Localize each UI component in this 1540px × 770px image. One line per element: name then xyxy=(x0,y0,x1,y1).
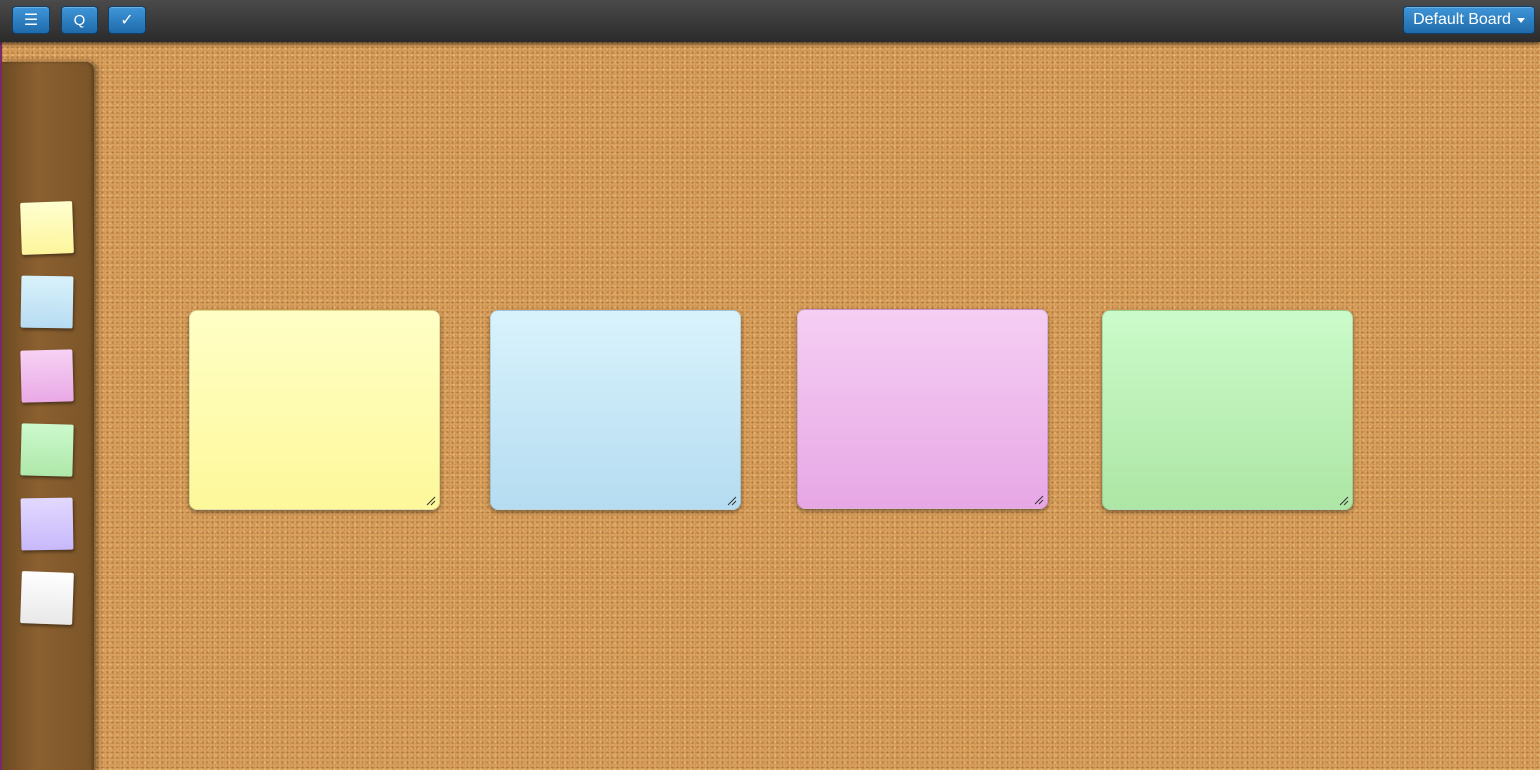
swatch-purple[interactable] xyxy=(20,497,74,551)
note-text[interactable] xyxy=(200,321,429,489)
resize-handle-icon[interactable] xyxy=(727,496,737,506)
swatch-blue[interactable] xyxy=(20,275,74,329)
swatch-green[interactable] xyxy=(20,423,74,477)
resize-handle-icon[interactable] xyxy=(1339,496,1349,506)
note-text[interactable] xyxy=(501,321,730,489)
refresh-icon: Q xyxy=(73,11,86,29)
sticky-note-blue[interactable] xyxy=(490,310,741,510)
caret-down-icon xyxy=(1516,17,1525,23)
checkmark-icon: ✓ xyxy=(120,12,134,29)
swatch-white[interactable] xyxy=(20,571,74,625)
color-palette-sidebar xyxy=(0,42,94,770)
resize-handle-icon[interactable] xyxy=(1034,495,1044,505)
sticky-note-pink[interactable] xyxy=(797,309,1048,509)
sticky-note-green[interactable] xyxy=(1102,310,1353,510)
swatch-pink[interactable] xyxy=(20,349,74,403)
note-text[interactable] xyxy=(808,320,1037,488)
board-selector-dropdown[interactable]: Default Board xyxy=(1403,6,1535,34)
swatch-yellow[interactable] xyxy=(20,201,74,255)
note-text[interactable] xyxy=(1113,321,1342,489)
refresh-button[interactable]: Q xyxy=(61,6,98,34)
top-toolbar: ☰ Q ✓ Default Board xyxy=(0,0,1540,42)
checkmark-button[interactable]: ✓ xyxy=(108,6,146,34)
resize-handle-icon[interactable] xyxy=(426,496,436,506)
sticky-note-yellow[interactable] xyxy=(189,310,440,510)
hamburger-menu-icon[interactable]: ☰ xyxy=(12,6,50,34)
board-selector-label: Default Board xyxy=(1413,11,1511,28)
